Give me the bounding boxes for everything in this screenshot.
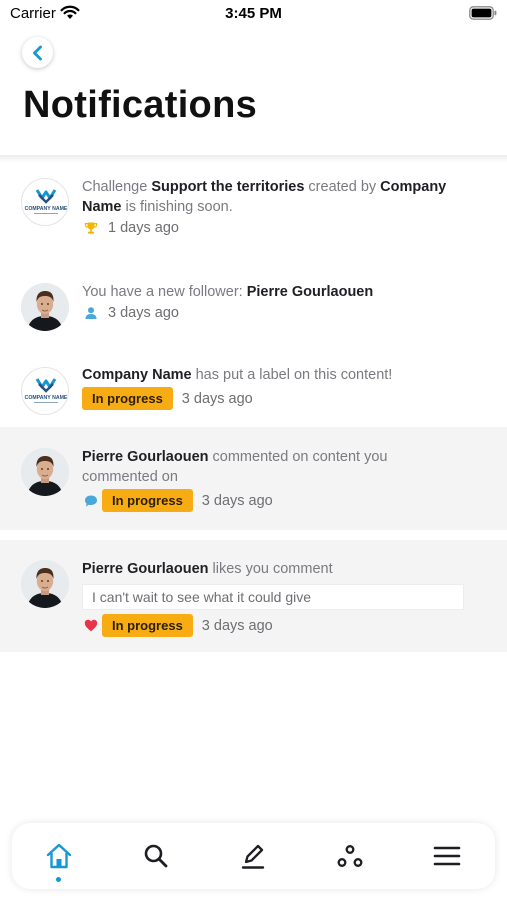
status-tag: In progress: [102, 489, 193, 512]
company-logo-avatar: COMPANY NAME: [21, 367, 69, 415]
user-avatar: [21, 560, 69, 608]
battery-icon: [469, 6, 497, 25]
tab-menu[interactable]: [417, 823, 477, 889]
list-separator: [0, 530, 507, 540]
notification-item[interactable]: COMPANY NAME Challenge Support the terri…: [0, 160, 507, 263]
comment-quote: I can't wait to see what it could give: [82, 584, 464, 610]
logo-text: COMPANY NAME: [25, 395, 68, 401]
timestamp: 1 days ago: [108, 220, 179, 236]
notification-text: Challenge Support the territories create…: [82, 179, 447, 237]
timestamp: 3 days ago: [181, 390, 253, 407]
timestamp: 3 days ago: [201, 492, 273, 509]
comment-icon: [82, 492, 100, 510]
tab-search[interactable]: [126, 823, 186, 889]
notification-text: You have a new follower: Pierre Gourlaou…: [82, 284, 374, 322]
trophy-icon: [82, 219, 100, 237]
tab-bar: [12, 823, 495, 889]
status-bar: Carrier 3:45 PM: [0, 0, 507, 28]
user-avatar: [21, 448, 69, 496]
notification-text: Company Name has put a label on this con…: [82, 365, 477, 410]
heart-icon: [82, 617, 100, 635]
notification-list: COMPANY NAME Challenge Support the terri…: [0, 160, 507, 652]
status-tag: In progress: [102, 614, 193, 637]
chevron-left-icon: [32, 45, 42, 60]
home-icon: [46, 843, 72, 869]
timestamp: 3 days ago: [201, 617, 273, 634]
notification-text: Pierre Gourlaouen commented on content y…: [82, 447, 417, 512]
search-icon: [144, 844, 168, 868]
company-name: Company Name: [82, 367, 192, 383]
notification-item[interactable]: You have a new follower: Pierre Gourlaou…: [0, 263, 507, 345]
timestamp: 3 days ago: [108, 305, 179, 321]
logo-text: COMPANY NAME: [25, 206, 68, 212]
network-icon: [337, 845, 363, 867]
follower-name: Pierre Gourlaouen: [246, 284, 374, 300]
page-title: Notifications: [23, 84, 258, 126]
user-name: Pierre Gourlaouen: [82, 561, 209, 577]
user-name: Pierre Gourlaouen: [82, 449, 209, 465]
notification-text: Pierre Gourlaouen likes you comment I ca…: [82, 559, 477, 637]
notification-item[interactable]: Pierre Gourlaouen likes you comment I ca…: [0, 540, 507, 652]
notification-item[interactable]: Pierre Gourlaouen commented on content y…: [0, 427, 507, 530]
tab-network[interactable]: [320, 823, 380, 889]
back-button[interactable]: [22, 37, 53, 68]
edit-icon: [241, 844, 265, 869]
menu-icon: [433, 846, 461, 866]
tab-edit[interactable]: [223, 823, 283, 889]
status-tag: In progress: [82, 387, 173, 410]
active-tab-indicator: [56, 877, 61, 882]
notification-item[interactable]: COMPANY NAME Company Name has put a labe…: [0, 345, 507, 427]
company-logo-avatar: COMPANY NAME: [21, 178, 69, 226]
challenge-name: Support the territories: [151, 179, 305, 195]
user-avatar: [21, 283, 69, 331]
clock: 3:45 PM: [225, 5, 282, 22]
person-icon: [82, 304, 100, 322]
